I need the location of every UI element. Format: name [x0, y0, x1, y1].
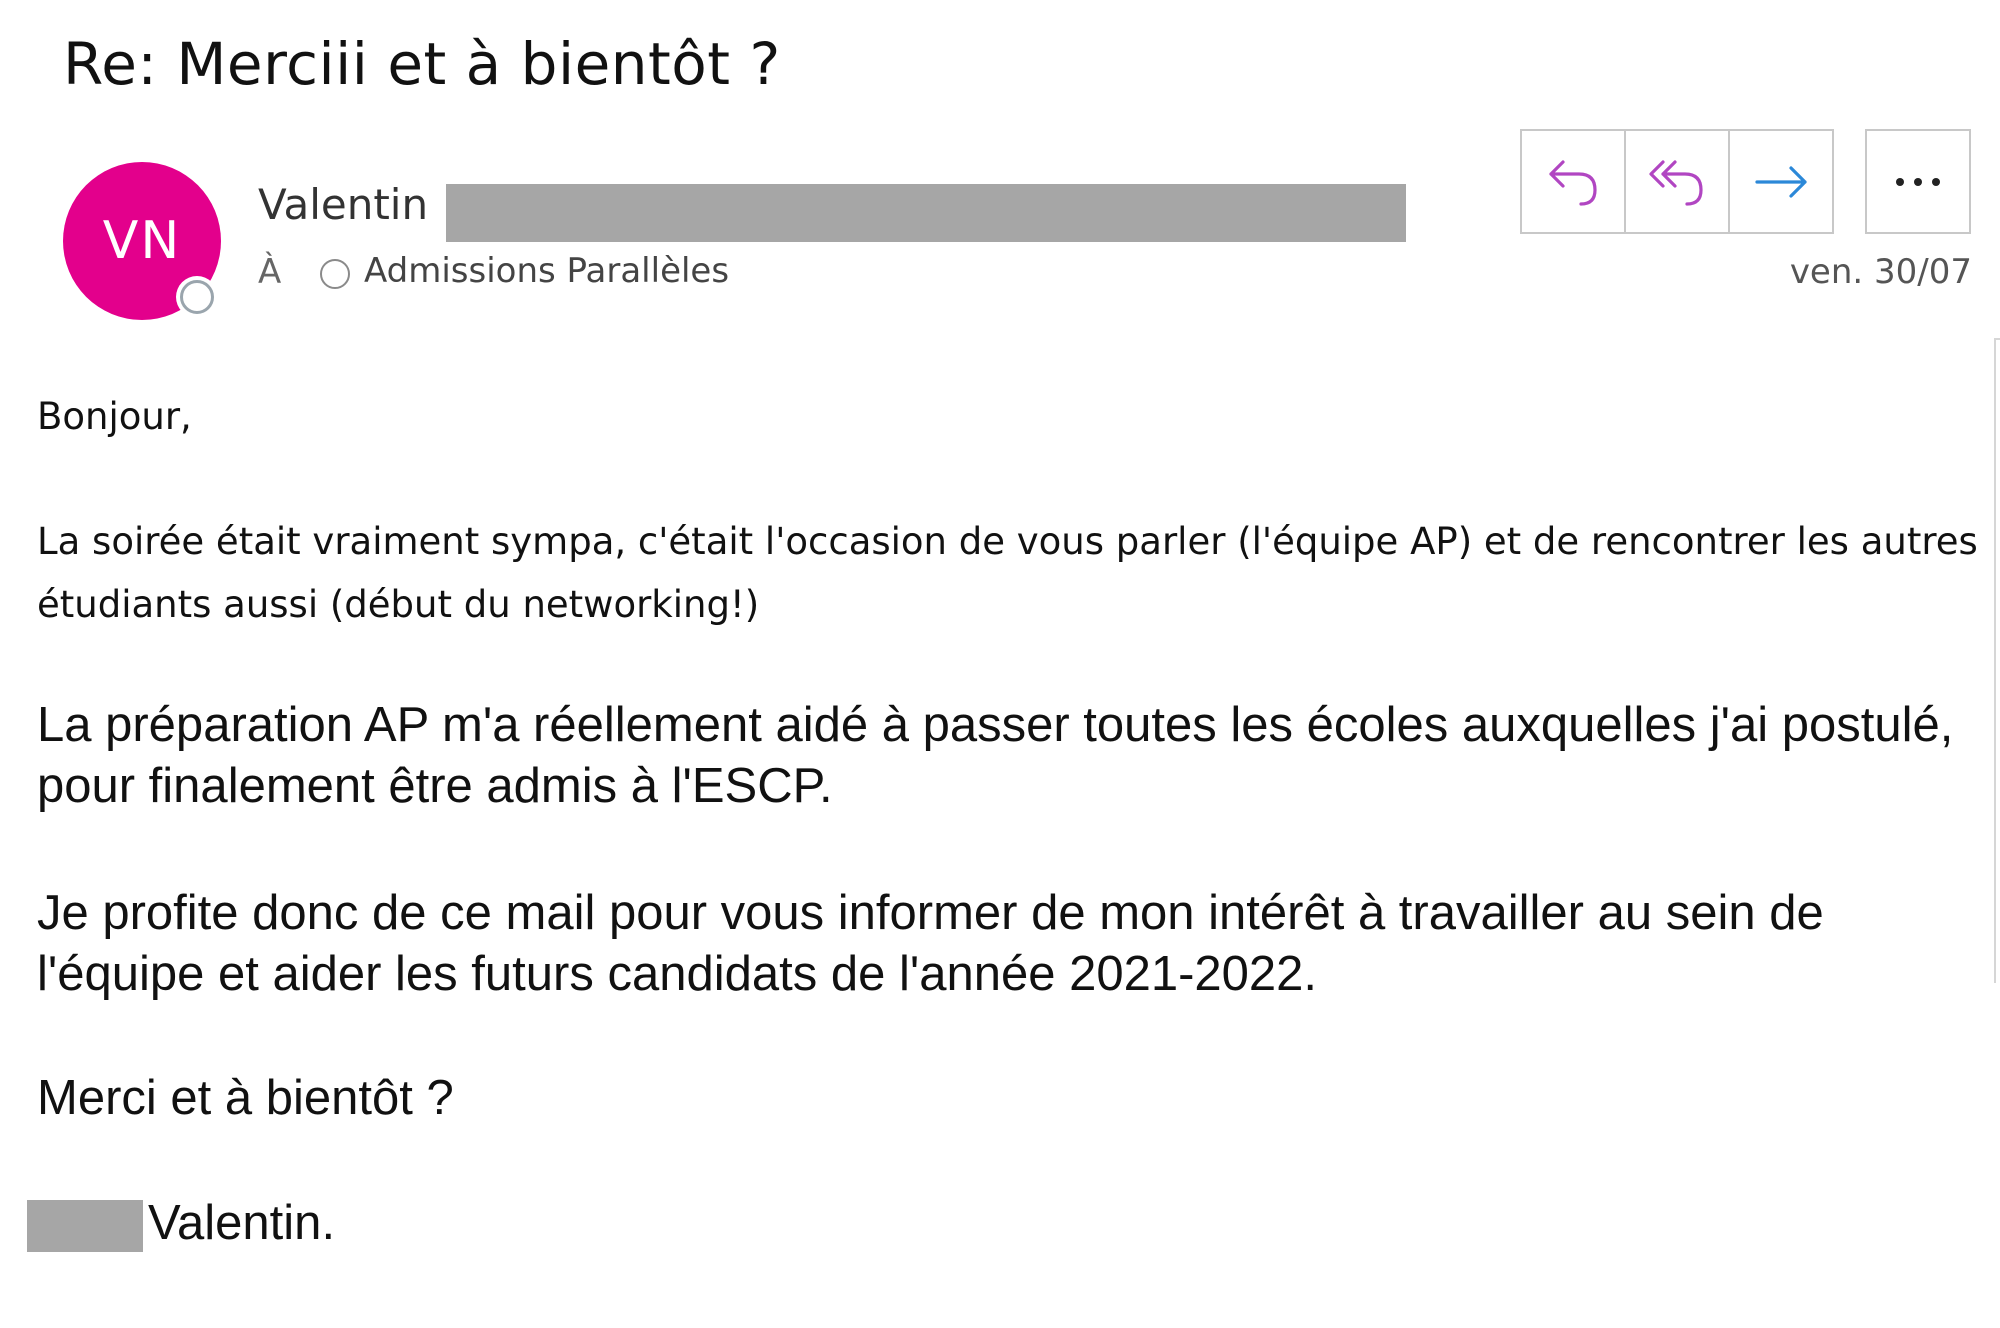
message-actions [1520, 129, 1834, 234]
body-paragraph: La préparation AP m'a réellement aidé à … [37, 698, 1954, 813]
reply-icon [1549, 159, 1597, 206]
body-signature: Valentin. [148, 1196, 336, 1250]
recipient-presence-icon [320, 259, 350, 289]
to-label: À [258, 252, 282, 292]
forward-icon [1755, 165, 1807, 198]
redacted-signature-text [27, 1200, 143, 1252]
forward-button[interactable] [1728, 129, 1834, 234]
reading-pane-scrollbar[interactable] [1994, 338, 2000, 983]
body-paragraph: La soirée était vraiment sympa, c'était … [37, 520, 1978, 626]
more-actions-button[interactable] [1865, 129, 1971, 234]
received-date: ven. 30/07 [1789, 252, 1972, 292]
presence-status-icon [180, 280, 214, 314]
body-closing: Merci et à bientôt ? [37, 1071, 454, 1125]
body-paragraph: Je profite donc de ce mail pour vous inf… [37, 886, 1824, 1001]
reply-all-icon [1649, 159, 1703, 206]
recipient-name[interactable]: Admissions Parallèles [364, 251, 729, 291]
email-subject: Re: Merciii et à bientôt ? [63, 30, 781, 98]
body-greeting: Bonjour, [37, 395, 192, 438]
sender-name[interactable]: Valentin [258, 180, 428, 229]
redacted-sender-email [446, 184, 1406, 242]
more-icon [1896, 177, 1940, 186]
reply-button[interactable] [1520, 129, 1626, 234]
avatar-initials: VN [102, 211, 182, 271]
reply-all-button[interactable] [1624, 129, 1730, 234]
